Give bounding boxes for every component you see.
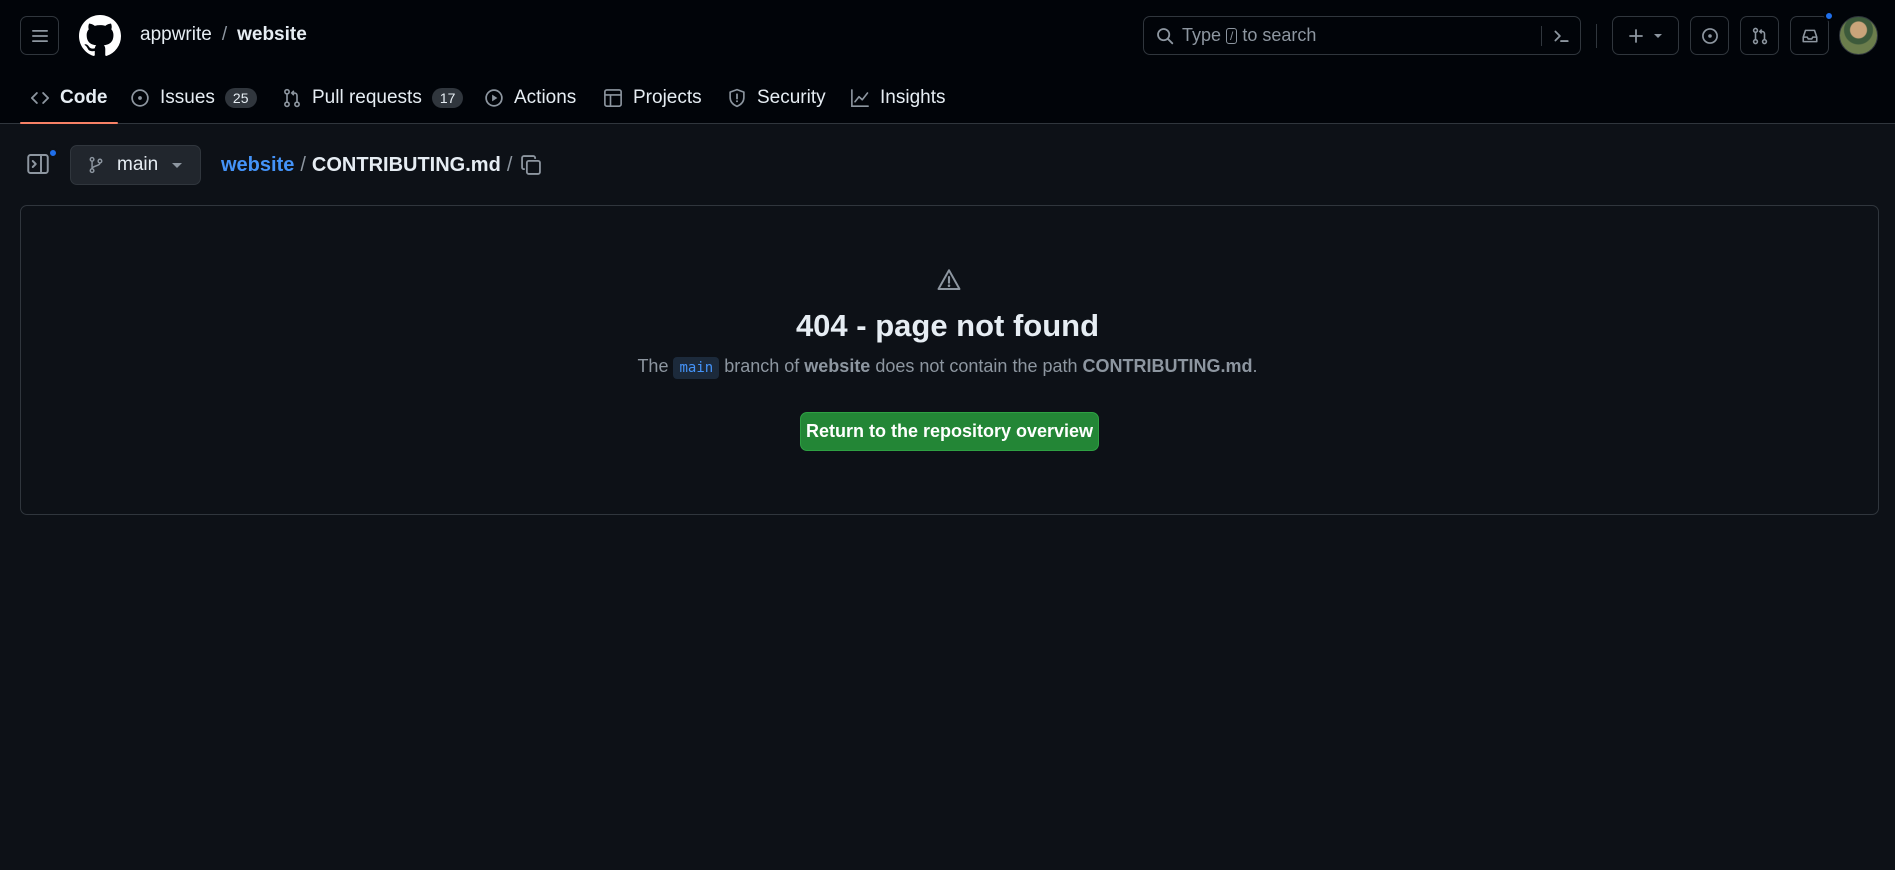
menu-button[interactable] [20, 16, 59, 55]
desc-end: . [1252, 356, 1258, 376]
graph-icon [851, 89, 869, 107]
github-logo-icon[interactable] [79, 15, 121, 57]
tab-actions-label: Actions [514, 87, 577, 108]
branch-selector-button[interactable]: main [70, 145, 201, 185]
tab-actions[interactable]: Actions [484, 72, 576, 124]
issue-icon [131, 89, 149, 107]
copy-icon [521, 155, 541, 175]
tab-insights[interactable]: Insights [850, 72, 945, 124]
code-icon [30, 92, 50, 104]
search-shortcut-key: / [1226, 27, 1238, 44]
file-tree-notification-dot [48, 148, 58, 158]
tab-issues[interactable]: Issues 25 [130, 72, 257, 124]
breadcrumb-separator: / [300, 154, 306, 176]
repo-nav-tabs: Code Issues 25 Pull requests 17 Actions … [0, 72, 1895, 124]
search-divider [1541, 26, 1542, 46]
top-bar: appwrite / website Type / to search [0, 0, 1895, 72]
shield-icon [729, 88, 745, 108]
repo-link[interactable]: website [237, 24, 307, 45]
search-icon [1157, 27, 1174, 44]
desc-path-text: does not contain the path [875, 356, 1078, 376]
header-divider [1596, 24, 1597, 48]
search-placeholder-prefix: Type [1182, 25, 1222, 45]
desc-the: The [637, 356, 669, 376]
repo-path: appwrite / website [140, 24, 307, 46]
git-branch-icon [89, 156, 103, 174]
tab-pull-requests-label: Pull requests [312, 87, 422, 108]
copy-path-button[interactable] [520, 154, 542, 176]
inbox-button[interactable] [1790, 11, 1834, 55]
issue-icon [1701, 27, 1718, 44]
breadcrumb-trailing-separator: / [506, 154, 513, 176]
desc-path: CONTRIBUTING.md [1082, 356, 1253, 376]
error-description: The main branch of website does not cont… [0, 356, 1895, 379]
pull-requests-count-badge: 17 [431, 88, 464, 108]
table-icon [604, 89, 622, 107]
tab-issues-label: Issues [160, 87, 215, 108]
error-title: 404 - page not found [795, 308, 1100, 343]
pull-request-icon [284, 88, 300, 108]
file-breadcrumb: website / CONTRIBUTING.md / [221, 154, 518, 177]
play-icon [485, 89, 503, 107]
hamburger-icon [31, 29, 48, 42]
app-header: appwrite / website Type / to search Code… [0, 0, 1895, 124]
tab-projects-label: Projects [633, 87, 702, 108]
sidebar-expand-icon [27, 154, 49, 174]
issues-count-badge: 25 [224, 88, 257, 108]
alert-icon [937, 269, 961, 290]
desc-mid: branch of [724, 356, 800, 376]
command-palette-icon[interactable] [1552, 27, 1570, 45]
notification-dot [1824, 11, 1834, 21]
issues-button[interactable] [1690, 16, 1729, 55]
caret-down-icon [1653, 33, 1662, 38]
branch-name: main [117, 154, 159, 175]
tab-code[interactable]: Code [20, 72, 117, 124]
tab-pull-requests[interactable]: Pull requests 17 [282, 72, 464, 124]
tab-projects[interactable]: Projects [603, 72, 702, 124]
breadcrumb-file: CONTRIBUTING.md [311, 154, 501, 176]
pull-requests-button[interactable] [1740, 16, 1779, 55]
user-avatar[interactable] [1839, 16, 1878, 55]
inbox-icon [1801, 29, 1818, 42]
desc-branch-code: main [673, 357, 720, 379]
owner-link[interactable]: appwrite [140, 24, 212, 45]
chevron-down-icon [172, 162, 183, 168]
return-to-repository-button[interactable]: Return to the repository overview [800, 412, 1099, 451]
tab-security[interactable]: Security [727, 72, 826, 124]
breadcrumb-repo-link[interactable]: website [221, 154, 294, 176]
path-separator: / [221, 24, 228, 45]
tab-insights-label: Insights [880, 87, 946, 108]
desc-repo: website [804, 356, 871, 376]
expand-file-tree-button[interactable] [26, 148, 58, 178]
search-input[interactable]: Type / to search [1143, 16, 1581, 55]
pull-request-icon [1752, 27, 1767, 44]
tab-security-label: Security [757, 87, 826, 108]
search-placeholder-suffix: to search [1242, 25, 1317, 45]
tab-code-label: Code [60, 87, 108, 108]
plus-icon [1628, 28, 1643, 43]
create-new-button[interactable] [1612, 16, 1679, 55]
